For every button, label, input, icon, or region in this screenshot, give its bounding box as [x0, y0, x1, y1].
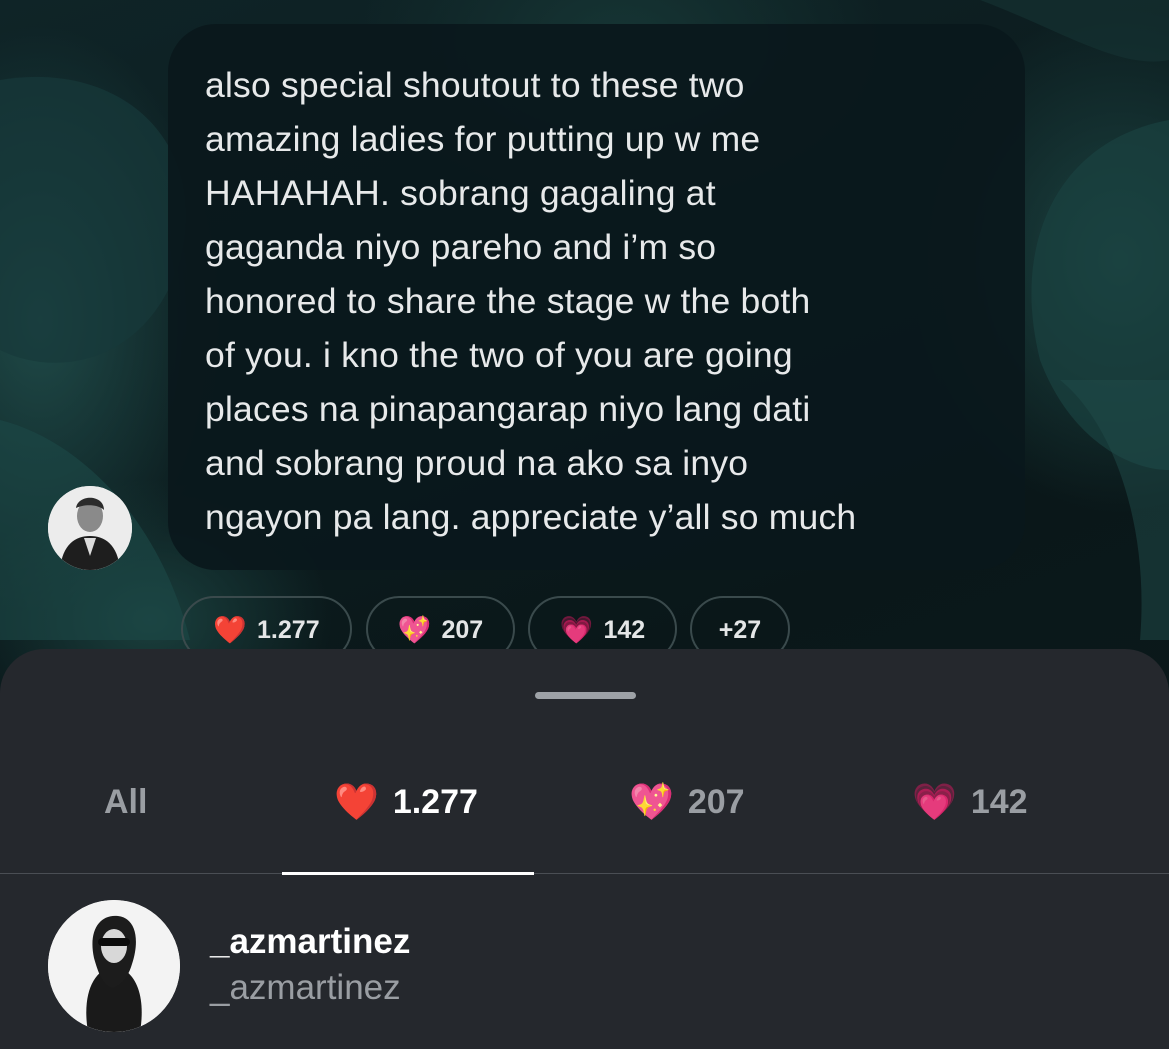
reaction-count: 207: [441, 616, 484, 644]
person-icon: [48, 486, 132, 570]
reaction-count: 142: [603, 616, 646, 644]
person-icon: [48, 900, 180, 1032]
more-reactions-count: +27: [718, 616, 762, 644]
tab-label: 207: [687, 782, 745, 821]
sparkling-heart-icon: 💖: [629, 781, 674, 822]
tab-pink-heart[interactable]: 💗 142: [912, 780, 1028, 824]
pink-heart-icon: 💗: [912, 781, 957, 822]
tab-label: All: [104, 782, 148, 821]
pink-heart-icon: 💗: [559, 615, 594, 645]
sparkling-heart-icon: 💖: [397, 615, 432, 645]
tab-divider: [0, 873, 1169, 874]
sheet-drag-handle[interactable]: [535, 692, 636, 699]
tab-sparkling-heart[interactable]: 💖 207: [629, 780, 745, 824]
user-avatar[interactable]: [48, 900, 180, 1032]
reaction-count: 1.277: [257, 616, 320, 644]
tab-all[interactable]: All: [104, 780, 147, 824]
message-text: also special shoutout to these two amazi…: [205, 65, 857, 537]
tab-red-heart[interactable]: ❤️ 1.277: [334, 780, 478, 824]
user-display-name[interactable]: _azmartinez: [210, 922, 410, 962]
red-heart-icon: ❤️: [334, 781, 379, 822]
active-tab-indicator: [282, 872, 534, 875]
tab-label: 142: [970, 782, 1028, 821]
sender-avatar[interactable]: [48, 486, 132, 570]
user-handle: _azmartinez: [210, 968, 401, 1007]
tab-label: 1.277: [392, 782, 478, 821]
red-heart-icon: ❤️: [213, 615, 248, 645]
